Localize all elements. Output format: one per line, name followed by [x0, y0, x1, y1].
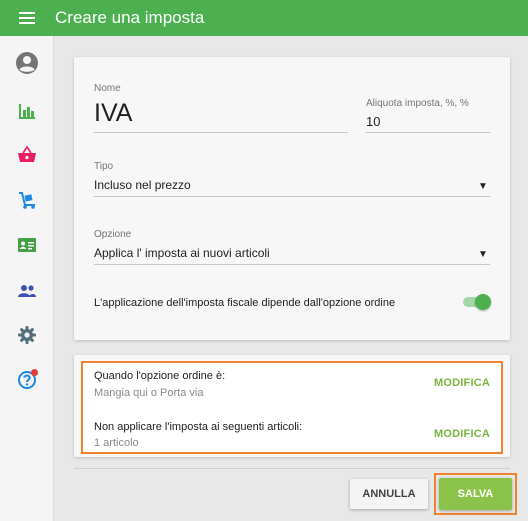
bar-chart-icon: [19, 104, 35, 119]
type-dropdown-arrow-icon[interactable]: ▼: [478, 181, 488, 192]
gear-icon: [18, 326, 36, 344]
hamburger-icon: [19, 12, 35, 24]
options-highlight: Quando l'opzione ordine è: Mangia qui o …: [81, 361, 503, 454]
toggle-label: L'applicazione dell'imposta fiscale dipe…: [94, 297, 396, 309]
option-row-subtitle: Mangia qui o Porta via: [94, 387, 204, 399]
contact-card-icon: [18, 238, 36, 252]
option-dropdown-arrow-icon[interactable]: ▼: [478, 249, 488, 260]
footer-divider: [74, 468, 510, 469]
option-row-subtitle: 1 articolo: [94, 437, 139, 449]
option-underline: [94, 264, 490, 265]
rate-underline: [366, 132, 490, 133]
tax-form-card: Nome IVA Aliquota imposta, %, % 10 Tipo …: [74, 57, 510, 340]
rate-label: Aliquota imposta, %, %: [366, 98, 469, 109]
rate-input[interactable]: 10: [366, 114, 380, 129]
cancel-button[interactable]: ANNULLA: [350, 479, 428, 509]
toggle-knob: [475, 294, 491, 310]
option-row-title: Non applicare l'imposta ai seguenti arti…: [94, 421, 303, 433]
sidebar: [0, 36, 54, 521]
sidebar-item-inventory[interactable]: [0, 182, 54, 218]
notification-badge: [31, 369, 38, 376]
sidebar-item-sales[interactable]: [0, 137, 54, 173]
sidebar-item-customers[interactable]: [0, 227, 54, 263]
modify-excluded-items-button[interactable]: MODIFICA: [434, 428, 490, 440]
page-title: Creare una imposta: [55, 8, 205, 27]
sidebar-item-employees[interactable]: [0, 273, 54, 309]
name-input[interactable]: IVA: [94, 99, 132, 128]
people-icon: [18, 285, 36, 297]
order-option-toggle[interactable]: [463, 294, 491, 310]
save-button[interactable]: SALVA: [439, 478, 512, 510]
basket-icon: [18, 145, 36, 162]
option-label: Opzione: [94, 229, 132, 240]
type-underline: [94, 196, 490, 197]
option-row: Non applicare l'imposta ai seguenti arti…: [83, 409, 501, 454]
sidebar-item-settings[interactable]: [0, 317, 54, 353]
option-select[interactable]: Applica l' imposta ai nuovi articoli: [94, 246, 270, 260]
dolly-icon: [19, 192, 35, 209]
name-label: Nome: [94, 83, 121, 94]
option-row: Quando l'opzione ordine è: Mangia qui o …: [83, 363, 501, 409]
type-select[interactable]: Incluso nel prezzo: [94, 178, 191, 192]
sidebar-item-reports[interactable]: [0, 93, 54, 129]
modify-order-option-button[interactable]: MODIFICA: [434, 377, 490, 389]
type-label: Tipo: [94, 161, 114, 172]
name-underline: [94, 132, 348, 133]
option-row-title: Quando l'opzione ordine è:: [94, 370, 226, 382]
account-circle-icon: [16, 52, 38, 74]
sidebar-item-account[interactable]: [0, 45, 54, 81]
menu-button[interactable]: [0, 0, 54, 36]
app-bar: Creare una imposta: [0, 0, 528, 36]
sidebar-item-help[interactable]: [0, 362, 54, 398]
